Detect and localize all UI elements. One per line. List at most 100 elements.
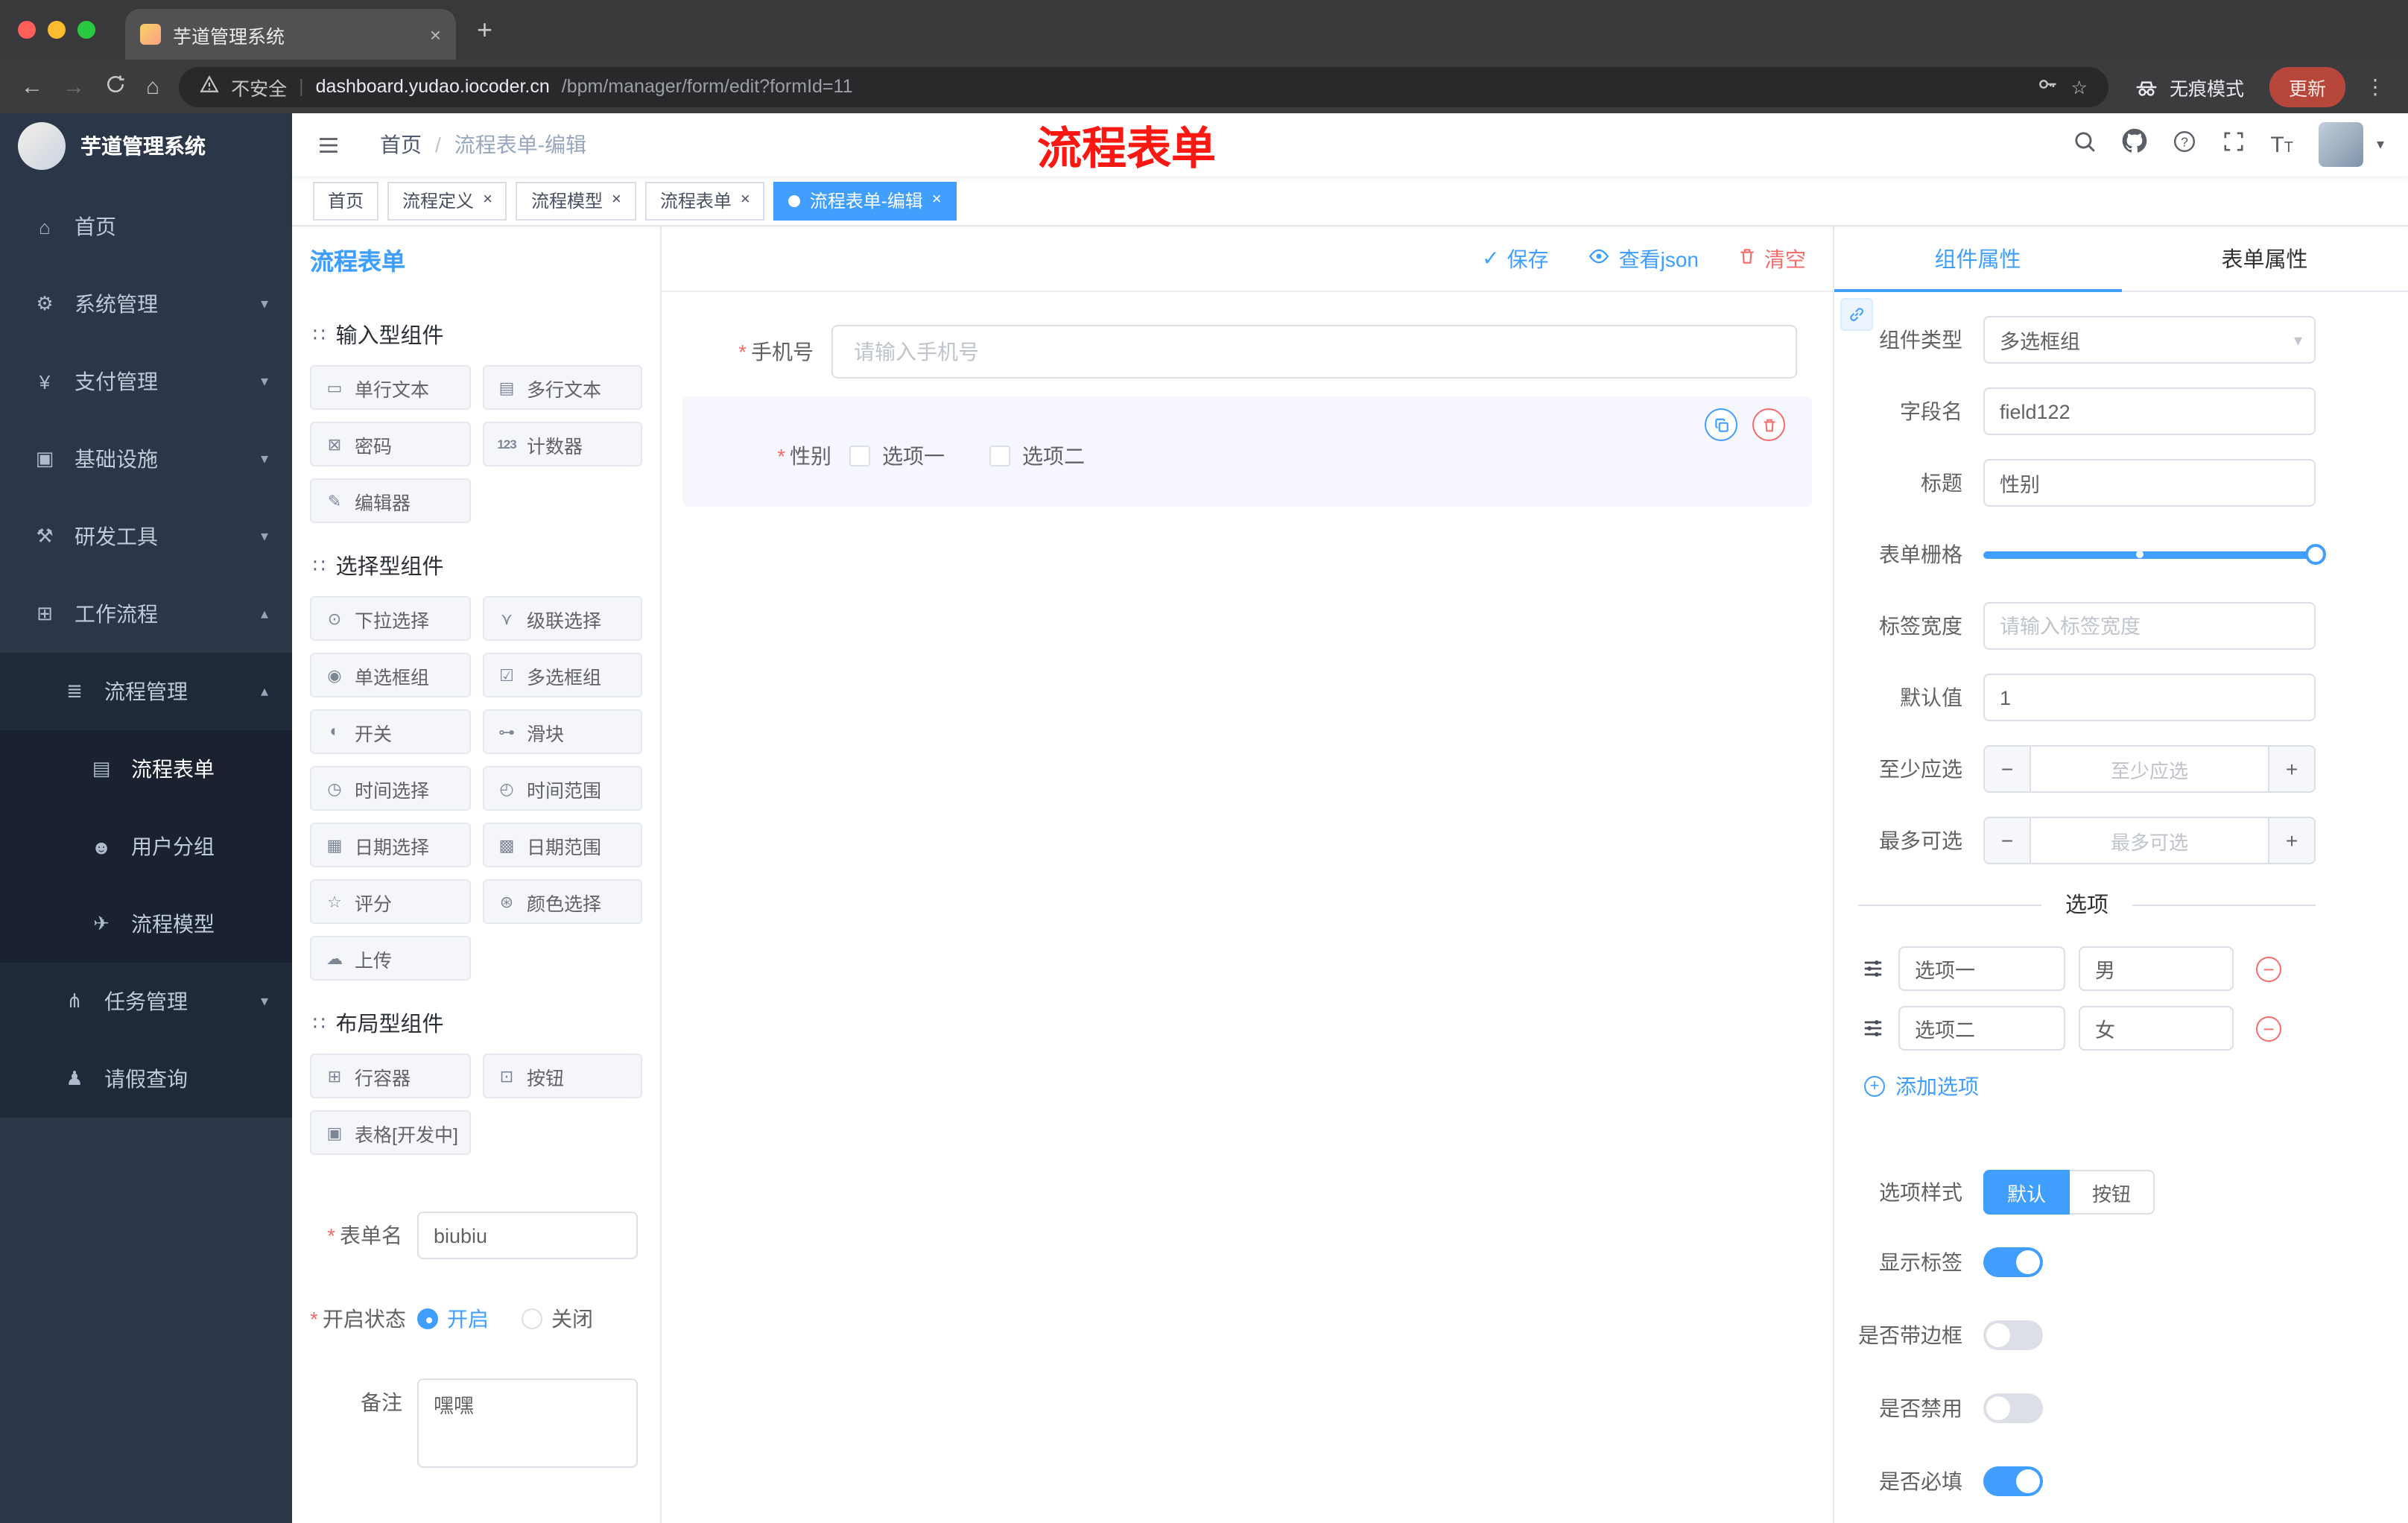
drag-handle-icon[interactable]	[1861, 957, 1885, 981]
status-on-label[interactable]: 开启	[447, 1295, 489, 1343]
component-switch[interactable]: ◐ 开关	[310, 709, 470, 754]
component-counter[interactable]: 123 计数器	[482, 422, 642, 466]
form-name-input[interactable]	[417, 1212, 638, 1259]
component-upload[interactable]: ☁ 上传	[310, 936, 470, 981]
phone-input[interactable]	[831, 325, 1797, 379]
title-input[interactable]	[1983, 459, 2316, 507]
forward-icon[interactable]: →	[63, 75, 85, 98]
copy-field-button[interactable]	[1705, 408, 1737, 441]
add-option-button[interactable]: + 添加选项	[1834, 1071, 2316, 1101]
close-icon[interactable]: ×	[483, 191, 492, 209]
status-off-radio[interactable]	[522, 1308, 542, 1329]
component-editor[interactable]: ✎ 编辑器	[310, 478, 470, 523]
password-key-icon[interactable]	[2037, 73, 2059, 100]
gender-option-2[interactable]: 选项二	[989, 441, 1085, 471]
status-on-radio[interactable]	[417, 1308, 438, 1329]
bookmark-star-icon[interactable]: ☆	[2071, 75, 2088, 98]
status-off-label[interactable]: 关闭	[551, 1295, 593, 1343]
tab-close-icon[interactable]: ×	[430, 23, 441, 45]
remove-option-button[interactable]: −	[2256, 1016, 2281, 1041]
phone-field[interactable]: 手机号	[682, 325, 1812, 379]
close-window-button[interactable]	[18, 21, 36, 39]
slider-handle[interactable]	[2305, 544, 2326, 565]
option-name-input[interactable]	[1898, 946, 2065, 991]
remove-option-button[interactable]: −	[2256, 956, 2281, 981]
font-size-icon[interactable]: TT	[2270, 132, 2293, 157]
option-value-input[interactable]	[2079, 1006, 2234, 1051]
sidebar-item-system-mgmt[interactable]: ⚙ 系统管理 ▾	[0, 265, 292, 343]
app-logo[interactable]: 芋道管理系统	[0, 113, 292, 179]
sidebar-toggle-icon[interactable]	[316, 132, 341, 157]
github-icon[interactable]	[2121, 128, 2146, 161]
gender-field-selected[interactable]: 性别 选项一 选项二	[682, 396, 1812, 507]
sidebar-item-payment-mgmt[interactable]: ¥ 支付管理 ▾	[0, 343, 292, 420]
sidebar-item-workflow[interactable]: ⊞ 工作流程 ▴	[0, 575, 292, 653]
component-table[interactable]: ▣ 表格[开发中]	[310, 1110, 470, 1155]
gender-option-1[interactable]: 选项一	[849, 441, 945, 471]
fullscreen-icon[interactable]	[2221, 129, 2245, 160]
tag-process-form-edit[interactable]: 流程表单-编辑 ×	[773, 181, 957, 220]
help-icon[interactable]: ?	[2172, 129, 2196, 160]
sidebar-item-user-group[interactable]: ☻ 用户分组	[0, 808, 292, 885]
home-icon[interactable]: ⌂	[146, 75, 159, 98]
component-rate[interactable]: ☆ 评分	[310, 879, 470, 924]
tag-process-form[interactable]: 流程表单 ×	[644, 181, 765, 220]
component-button[interactable]: ⊡ 按钮	[482, 1054, 642, 1098]
form-grid-slider[interactable]	[1983, 531, 2326, 578]
required-switch[interactable]	[1983, 1466, 2043, 1496]
component-time-range[interactable]: ◴ 时间范围	[482, 766, 642, 811]
label-width-input[interactable]	[1983, 602, 2316, 650]
component-type-select[interactable]: 多选框组 ▾	[1983, 316, 2316, 364]
border-switch[interactable]	[1983, 1320, 2043, 1350]
update-button[interactable]: 更新	[2269, 66, 2345, 107]
component-multi-line-text[interactable]: ▤ 多行文本	[482, 365, 642, 410]
chevron-down-icon[interactable]: ▾	[2377, 136, 2384, 153]
checkbox-icon[interactable]	[989, 446, 1010, 466]
style-button-button[interactable]: 按钮	[2070, 1170, 2155, 1215]
sidebar-item-leave-query[interactable]: ♟ 请假查询	[0, 1040, 292, 1118]
avatar[interactable]	[2318, 122, 2363, 167]
tab-form-props[interactable]: 表单属性	[2121, 227, 2408, 291]
sidebar-item-infrastructure[interactable]: ▣ 基础设施 ▾	[0, 420, 292, 498]
component-date-picker[interactable]: ▦ 日期选择	[310, 823, 470, 867]
component-dropdown[interactable]: ⊙ 下拉选择	[310, 596, 470, 641]
max-select-input[interactable]: 最多可选	[2031, 818, 2268, 863]
close-icon[interactable]: ×	[741, 191, 750, 209]
component-checkbox-group[interactable]: ☑ 多选框组	[482, 653, 642, 697]
component-row-container[interactable]: ⊞ 行容器	[310, 1054, 470, 1098]
tag-process-definition[interactable]: 流程定义 ×	[387, 181, 507, 220]
increase-button[interactable]: +	[2268, 747, 2314, 791]
increase-button[interactable]: +	[2268, 818, 2314, 863]
view-json-button[interactable]: 查看json	[1588, 244, 1699, 273]
close-icon[interactable]: ×	[612, 191, 621, 209]
component-color-picker[interactable]: ⊛ 颜色选择	[482, 879, 642, 924]
delete-field-button[interactable]	[1752, 408, 1785, 441]
reload-icon[interactable]	[104, 73, 127, 100]
sidebar-item-task-mgmt[interactable]: ⋔ 任务管理 ▾	[0, 963, 292, 1040]
back-icon[interactable]: ←	[21, 75, 43, 98]
form-remark-input[interactable]: 嘿嘿	[417, 1378, 638, 1468]
component-slider[interactable]: ⊶ 滑块	[482, 709, 642, 754]
option-name-input[interactable]	[1898, 1006, 2065, 1051]
browser-menu-icon[interactable]: ⋮	[2365, 74, 2387, 99]
min-select-input[interactable]: 至少应选	[2031, 747, 2268, 791]
clear-button[interactable]: 清空	[1737, 244, 1806, 273]
default-value-input[interactable]	[1983, 674, 2316, 721]
browser-tab[interactable]: 芋道管理系统 ×	[125, 9, 456, 60]
disabled-switch[interactable]	[1983, 1393, 2043, 1423]
minimize-window-button[interactable]	[48, 21, 66, 39]
component-time-picker[interactable]: ◷ 时间选择	[310, 766, 470, 811]
link-icon[interactable]	[1840, 298, 1873, 331]
show-label-switch[interactable]	[1983, 1247, 2043, 1277]
zoom-window-button[interactable]	[77, 21, 95, 39]
component-password[interactable]: ⊠ 密码	[310, 422, 470, 466]
decrease-button[interactable]: −	[1985, 747, 2031, 791]
checkbox-icon[interactable]	[849, 446, 870, 466]
sidebar-item-dev-tools[interactable]: ⚒ 研发工具 ▾	[0, 498, 292, 575]
security-label[interactable]: 不安全	[231, 72, 287, 101]
option-value-input[interactable]	[2079, 946, 2234, 991]
component-radio-group[interactable]: ◉ 单选框组	[310, 653, 470, 697]
breadcrumb-home[interactable]: 首页	[380, 130, 422, 159]
sidebar-item-process-form[interactable]: ▤ 流程表单	[0, 730, 292, 808]
drag-handle-icon[interactable]	[1861, 1016, 1885, 1040]
